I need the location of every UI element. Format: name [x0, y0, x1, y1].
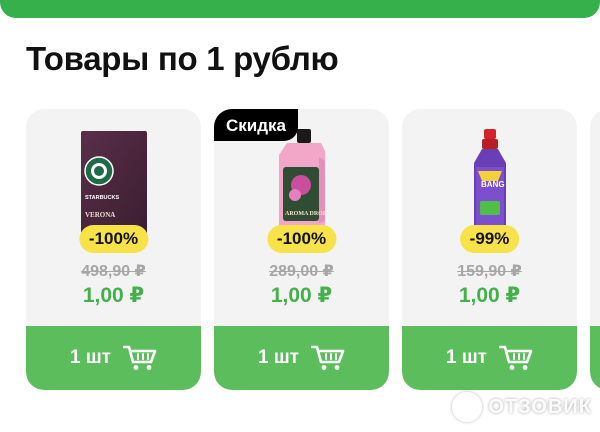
coffee-package-image: STARBUCKS VERONA	[80, 131, 147, 237]
product-image: BANG	[402, 119, 577, 239]
product-card-partial[interactable]	[590, 109, 600, 390]
product-image: STARBUCKS VERONA	[26, 119, 201, 239]
discount-badge: -99%	[459, 225, 520, 253]
otzovik-logo-icon	[452, 392, 483, 422]
quantity-label: 1 шт	[70, 347, 111, 368]
product-card-starbucks[interactable]: STARBUCKS VERONA -100% 498,90 ₽ 1,00 ₽ 1…	[26, 109, 201, 390]
product-card-aroma-drop[interactable]: Скидка AROMA DROP -100% 289,00 ₽ 1,00 ₽ …	[214, 109, 389, 390]
package-variety-text: VERONA	[85, 211, 115, 219]
add-to-cart-button[interactable]	[590, 326, 600, 390]
section-title: Товары по 1 рублю	[26, 40, 339, 77]
package-brand-text: AROMA DROP	[285, 211, 327, 217]
product-card-cillit-bang[interactable]: BANG -99% 159,90 ₽ 1,00 ₽ 1 шт	[402, 109, 577, 390]
new-price: 1,00 ₽	[270, 284, 333, 307]
discount-badge: -100%	[78, 225, 149, 253]
old-price: 289,00 ₽	[269, 263, 334, 280]
quantity-label: 1 шт	[446, 347, 487, 368]
quantity-label: 1 шт	[258, 347, 299, 368]
cart-icon	[123, 345, 157, 370]
add-to-cart-button[interactable]: 1 шт	[26, 326, 201, 390]
package-brand-text: BANG	[481, 180, 505, 189]
add-to-cart-button[interactable]: 1 шт	[402, 326, 577, 390]
sale-badge: Скидка	[214, 109, 298, 141]
package-brand-text: STARBUCKS	[85, 195, 119, 201]
old-price: 498,90 ₽	[81, 263, 146, 280]
add-to-cart-button[interactable]: 1 шт	[214, 326, 389, 390]
cleaner-bottle-image: BANG	[473, 129, 506, 237]
detergent-bottle-image: AROMA DROP	[278, 129, 327, 239]
watermark: ОТЗОВИК	[452, 392, 592, 422]
top-header-bar	[0, 0, 600, 18]
cart-icon	[499, 345, 533, 370]
discount-badge: -100%	[266, 225, 337, 253]
cart-icon	[311, 345, 345, 370]
new-price: 1,00 ₽	[458, 284, 521, 307]
new-price: 1,00 ₽	[82, 284, 145, 307]
watermark-text: ОТЗОВИК	[488, 395, 592, 418]
old-price: 159,90 ₽	[457, 263, 522, 280]
